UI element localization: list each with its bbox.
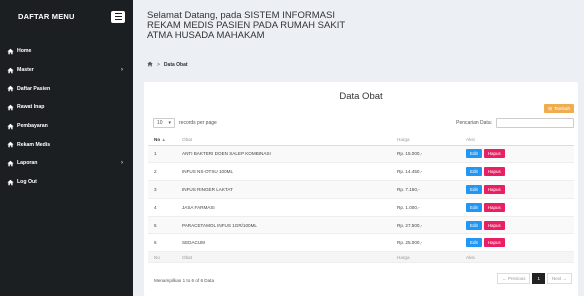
header-line-3: ATMA HUSADA MAHAKAM bbox=[147, 30, 265, 42]
sidebar-item-log-out[interactable]: Log Out bbox=[0, 173, 133, 192]
breadcrumb: > Data Obat bbox=[147, 61, 188, 69]
chevron-right-icon: › bbox=[121, 67, 123, 74]
delete-button[interactable]: Hapus bbox=[483, 238, 505, 248]
chevron-down-icon: ▾ bbox=[168, 120, 171, 126]
table-header-row: No ▲ Obat Harga Aksi bbox=[148, 134, 574, 146]
sidebar-item-master[interactable]: Master › bbox=[0, 61, 133, 80]
home-icon bbox=[6, 178, 15, 187]
edit-button[interactable]: Edit bbox=[466, 238, 482, 248]
sidebar: DAFTAR MENU Home Master › Daftar Pasien R… bbox=[0, 0, 133, 296]
previous-page-button[interactable]: ← Previous bbox=[497, 273, 531, 284]
home-icon bbox=[6, 84, 15, 93]
home-icon bbox=[6, 103, 15, 112]
search-input[interactable] bbox=[496, 118, 574, 128]
chevron-right-icon: › bbox=[121, 160, 123, 167]
edit-button[interactable]: Edit bbox=[466, 220, 482, 230]
sidebar-brand: DAFTAR MENU bbox=[0, 0, 133, 33]
home-icon bbox=[6, 66, 15, 75]
home-icon bbox=[6, 140, 15, 149]
delete-button[interactable]: Hapus bbox=[483, 184, 505, 194]
edit-button[interactable]: Edit bbox=[466, 184, 482, 194]
records-per-page: 10 ▾ records per page bbox=[153, 118, 217, 128]
breadcrumb-separator: > bbox=[157, 62, 160, 68]
col-header-obat[interactable]: Obat bbox=[176, 134, 391, 146]
sidebar-item-rawat-inap[interactable]: Rawat Inap bbox=[0, 98, 133, 117]
sort-icon: ▲ bbox=[161, 136, 166, 142]
home-icon bbox=[6, 47, 15, 56]
page-1-button[interactable]: 1 bbox=[532, 273, 545, 284]
next-page-button[interactable]: Next → bbox=[546, 273, 572, 284]
plus-icon: ⊞ bbox=[548, 105, 552, 111]
records-per-page-select[interactable]: 10 ▾ bbox=[153, 118, 175, 128]
home-icon bbox=[6, 122, 15, 131]
table-info: Menampilkan 1 to 6 of 6 Data bbox=[154, 278, 215, 283]
sidebar-menu: Home Master › Daftar Pasien Rawat Inap Pe… bbox=[0, 42, 133, 192]
add-button-label: Tambah bbox=[553, 106, 570, 111]
sidebar-item-home[interactable]: Home bbox=[0, 42, 133, 61]
search-label: Pencarian Data: bbox=[456, 120, 492, 126]
data-obat-table: No ▲ Obat Harga Aksi 1 ANTI BAKTERI DOEN… bbox=[148, 134, 574, 264]
table-row: 4 JASA FARMASI Rp. 1.000,- Edit Hapus bbox=[148, 198, 574, 217]
breadcrumb-current: Data Obat bbox=[163, 62, 188, 68]
hamburger-icon bbox=[114, 13, 122, 15]
home-icon[interactable] bbox=[147, 61, 153, 69]
table-footer-row: No Obat Harga Aksi bbox=[148, 251, 574, 264]
delete-button[interactable]: Hapus bbox=[483, 202, 505, 212]
sidebar-item-rekam-medis[interactable]: Rekam Medis bbox=[0, 135, 133, 154]
home-icon bbox=[6, 159, 15, 168]
edit-button[interactable]: Edit bbox=[466, 149, 482, 159]
col-header-aksi: Aksi bbox=[460, 134, 574, 146]
sidebar-title: DAFTAR MENU bbox=[18, 12, 75, 21]
delete-button[interactable]: Hapus bbox=[483, 149, 505, 159]
table-row: 3 INFUS RINGER LAKTAT Rp. 7.150,- Edit Ha… bbox=[148, 180, 574, 199]
table-row: 5 PARACETAMOL INFUS 1GR/100ML Rp. 27.500… bbox=[148, 216, 574, 235]
panel-title: Data Obat bbox=[339, 91, 383, 102]
col-header-harga[interactable]: Harga bbox=[391, 134, 460, 146]
table-row: 2 INFUS NS-OTSU 100ML Rp. 14.450,- Edit H… bbox=[148, 162, 574, 182]
search-area: Pencarian Data: bbox=[456, 118, 574, 128]
edit-button[interactable]: Edit bbox=[466, 202, 482, 212]
add-button[interactable]: ⊞ Tambah bbox=[544, 104, 574, 113]
table-row: 1 ANTI BAKTERI DOEN SALEP KOMBINASI Rp. … bbox=[148, 145, 574, 164]
data-obat-panel: Data Obat ⊞ Tambah 10 ▾ records per page… bbox=[144, 82, 578, 296]
sidebar-item-daftar-pasien[interactable]: Daftar Pasien bbox=[0, 79, 133, 98]
menu-toggle-button[interactable] bbox=[111, 10, 125, 23]
records-per-page-label: records per page bbox=[179, 120, 217, 126]
pagination: ← Previous 1 Next → bbox=[497, 273, 572, 284]
table-row: 6 SEDACUM Rp. 25.000,- Edit Hapus bbox=[148, 233, 574, 253]
page-header: Selamat Datang, pada SISTEM INFORMASI RE… bbox=[147, 10, 387, 42]
delete-button[interactable]: Hapus bbox=[483, 167, 505, 177]
col-header-no[interactable]: No ▲ bbox=[148, 134, 176, 146]
sidebar-item-pembayaran[interactable]: Pembayaran bbox=[0, 117, 133, 136]
edit-button[interactable]: Edit bbox=[466, 167, 482, 177]
sidebar-item-laporan[interactable]: Laporan › bbox=[0, 154, 133, 173]
delete-button[interactable]: Hapus bbox=[483, 220, 505, 230]
